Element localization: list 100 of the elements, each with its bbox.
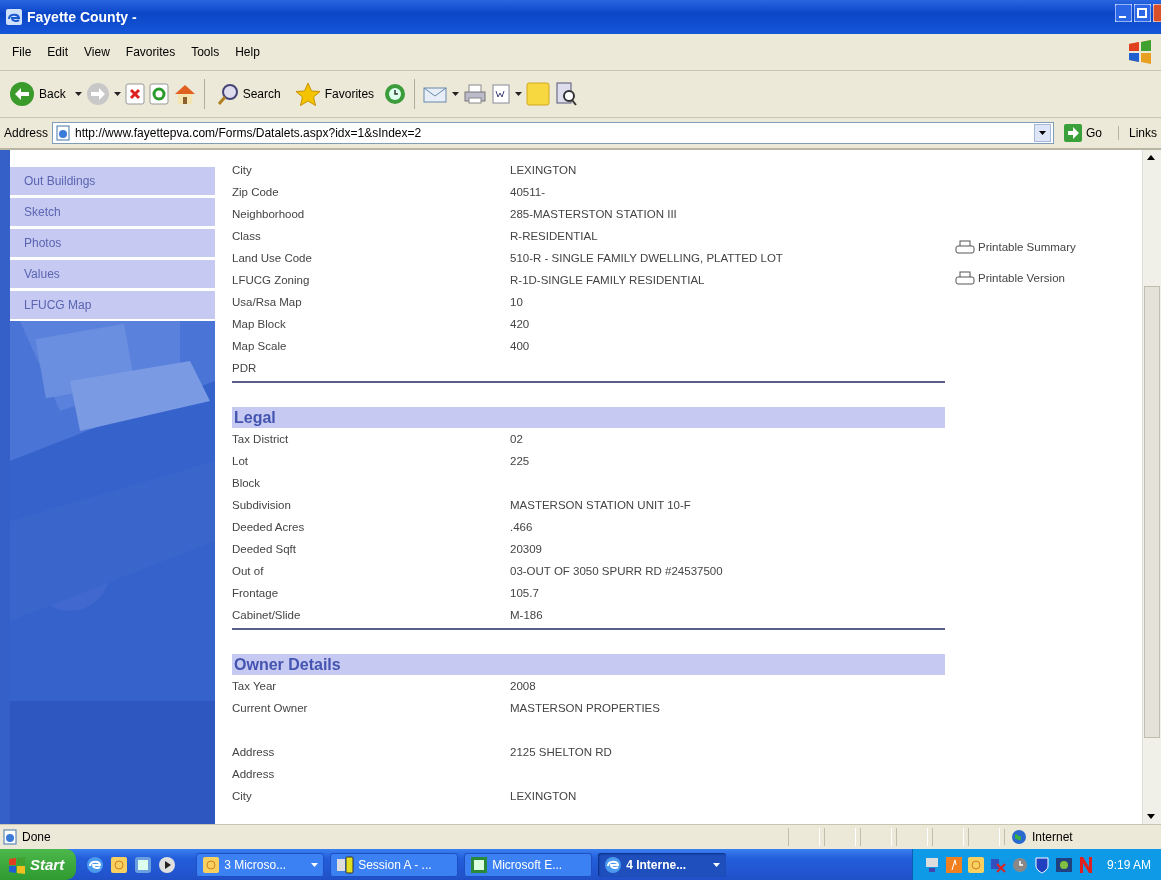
taskbar-button[interactable]: 3 Microso... <box>196 852 325 877</box>
antivirus-icon[interactable] <box>1032 855 1051 874</box>
minimize-icon[interactable] <box>1115 4 1132 22</box>
menu-item[interactable]: Tools <box>183 42 228 62</box>
links-label[interactable]: Links <box>1118 126 1157 140</box>
research-icon[interactable] <box>554 81 579 107</box>
print-link[interactable]: Printable Version <box>955 271 1076 285</box>
star-icon <box>294 82 321 106</box>
spreadsheet-icon <box>470 855 489 874</box>
play-icon[interactable] <box>158 855 177 874</box>
menu-item[interactable]: Favorites <box>117 42 184 62</box>
field-value: MASTERSON PROPERTIES <box>510 702 660 714</box>
maximize-icon[interactable] <box>1134 4 1151 22</box>
field-value: 420 <box>510 318 530 330</box>
field-value: 510-R - SINGLE FAMILY DWELLING, PLATTED LOT <box>510 252 783 264</box>
field-value: 285-MASTERSTON STATION III <box>510 208 677 220</box>
address-field[interactable]: http://www.fayettepva.com/Forms/Datalets.aspx?idx=1&sIndex=2 <box>52 122 1054 144</box>
page-icon <box>55 125 72 141</box>
toolbar-button[interactable]: Search <box>211 81 286 107</box>
ie-logo-icon <box>604 855 623 874</box>
field-label: Map Scale <box>232 340 288 352</box>
field-label: Tax District <box>232 433 290 445</box>
caret-icon[interactable] <box>452 92 460 96</box>
scrollbar[interactable] <box>1142 150 1161 824</box>
clock-icon[interactable] <box>1010 855 1029 874</box>
folder-icon <box>202 855 221 874</box>
status-pane <box>932 828 964 846</box>
field-label: Address <box>232 768 276 780</box>
field-value: .466 <box>510 521 533 533</box>
field-value: 10 <box>510 296 523 308</box>
toolbar-button[interactable]: Back <box>4 79 71 109</box>
field-label: Frontage <box>232 587 280 599</box>
search-icon <box>216 83 239 105</box>
menu-item[interactable]: Edit <box>39 42 77 62</box>
menu-item[interactable]: Help <box>227 42 268 62</box>
dropdown-button[interactable] <box>1033 124 1051 142</box>
status-pane <box>788 828 820 846</box>
address-label: Address <box>4 126 49 140</box>
field-value: R-1D-SINGLE FAMILY RESIDENTIAL <box>510 274 705 286</box>
menu-item[interactable]: View <box>76 42 118 62</box>
folder-icon[interactable] <box>110 855 129 874</box>
field-label: Deeded Sqft <box>232 543 297 555</box>
caret-icon[interactable] <box>74 92 82 96</box>
menu-item[interactable]: File <box>4 42 40 62</box>
field-label: Deeded Acres <box>232 521 306 533</box>
field-value: 2125 SHELTON RD <box>510 746 612 758</box>
field-label: Current Owner <box>232 702 309 714</box>
print-link[interactable]: Printable Summary <box>955 240 1076 254</box>
field-label: PDR <box>232 362 258 374</box>
sidebar-item[interactable]: Values <box>10 260 215 288</box>
document-icon[interactable] <box>491 83 512 105</box>
field-label: Lot <box>232 455 249 467</box>
window-title: Fayette County - <box>27 9 138 25</box>
field-value: 20309 <box>510 543 542 555</box>
sidebar-item[interactable]: Out Buildings <box>10 167 215 195</box>
caret-icon[interactable] <box>113 92 121 96</box>
status-text: Done <box>22 830 52 844</box>
field-label: LFUCG Zoning <box>232 274 311 286</box>
field-label: Neighborhood <box>232 208 306 220</box>
flash-icon[interactable] <box>944 855 963 874</box>
section-header: Owner Details <box>232 654 945 675</box>
printer-icon <box>955 271 975 285</box>
field-value: MASTERSON STATION UNIT 10-F <box>510 499 691 511</box>
ie-logo-icon[interactable] <box>86 855 105 874</box>
field-label: Map Block <box>232 318 287 330</box>
taskbar-button[interactable]: Session A - ... <box>330 852 459 877</box>
status-pane <box>968 828 1000 846</box>
taskbar-button[interactable]: 4 Interne... <box>598 852 727 877</box>
windows-flag-icon <box>8 855 26 874</box>
refresh-icon[interactable] <box>148 83 169 105</box>
caret-icon <box>1038 131 1046 135</box>
taskbar-button[interactable]: Microsoft E... <box>464 852 593 877</box>
field-label: City <box>232 790 253 802</box>
clock-icon[interactable] <box>383 82 408 106</box>
field-label: Address <box>232 746 276 758</box>
field-label: Usa/Rsa Map <box>232 296 303 308</box>
field-value: 105.7 <box>510 587 539 599</box>
go-button[interactable]: Go <box>1057 124 1108 142</box>
field-label: Class <box>232 230 262 242</box>
camera-icon[interactable] <box>1054 855 1073 874</box>
terminal-icon <box>336 855 355 874</box>
field-value: 03-OUT OF 3050 SPURR RD #24537500 <box>510 565 723 577</box>
caret-icon[interactable] <box>515 92 523 96</box>
sidebar-item[interactable]: Sketch <box>10 198 215 226</box>
globe-icon <box>1011 829 1027 845</box>
sidebar-item[interactable]: Photos <box>10 229 215 257</box>
field-value: LEXINGTON <box>510 790 577 802</box>
clock-time: 9:19 AM <box>1106 857 1151 872</box>
page-icon <box>2 829 18 845</box>
stop-icon[interactable] <box>124 83 145 105</box>
field-value: M-186 <box>510 609 543 621</box>
window-icon[interactable] <box>134 855 153 874</box>
field-value: R-RESIDENTIAL <box>510 230 598 242</box>
toolbar-button[interactable]: Favorites <box>289 80 380 108</box>
windows-flag-icon <box>1127 39 1153 65</box>
field-label: Out of <box>232 565 265 577</box>
status-pane <box>860 828 892 846</box>
field-label: Subdivision <box>232 499 292 511</box>
zone-text: Internet <box>1032 830 1073 844</box>
field-label: Block <box>232 477 262 489</box>
